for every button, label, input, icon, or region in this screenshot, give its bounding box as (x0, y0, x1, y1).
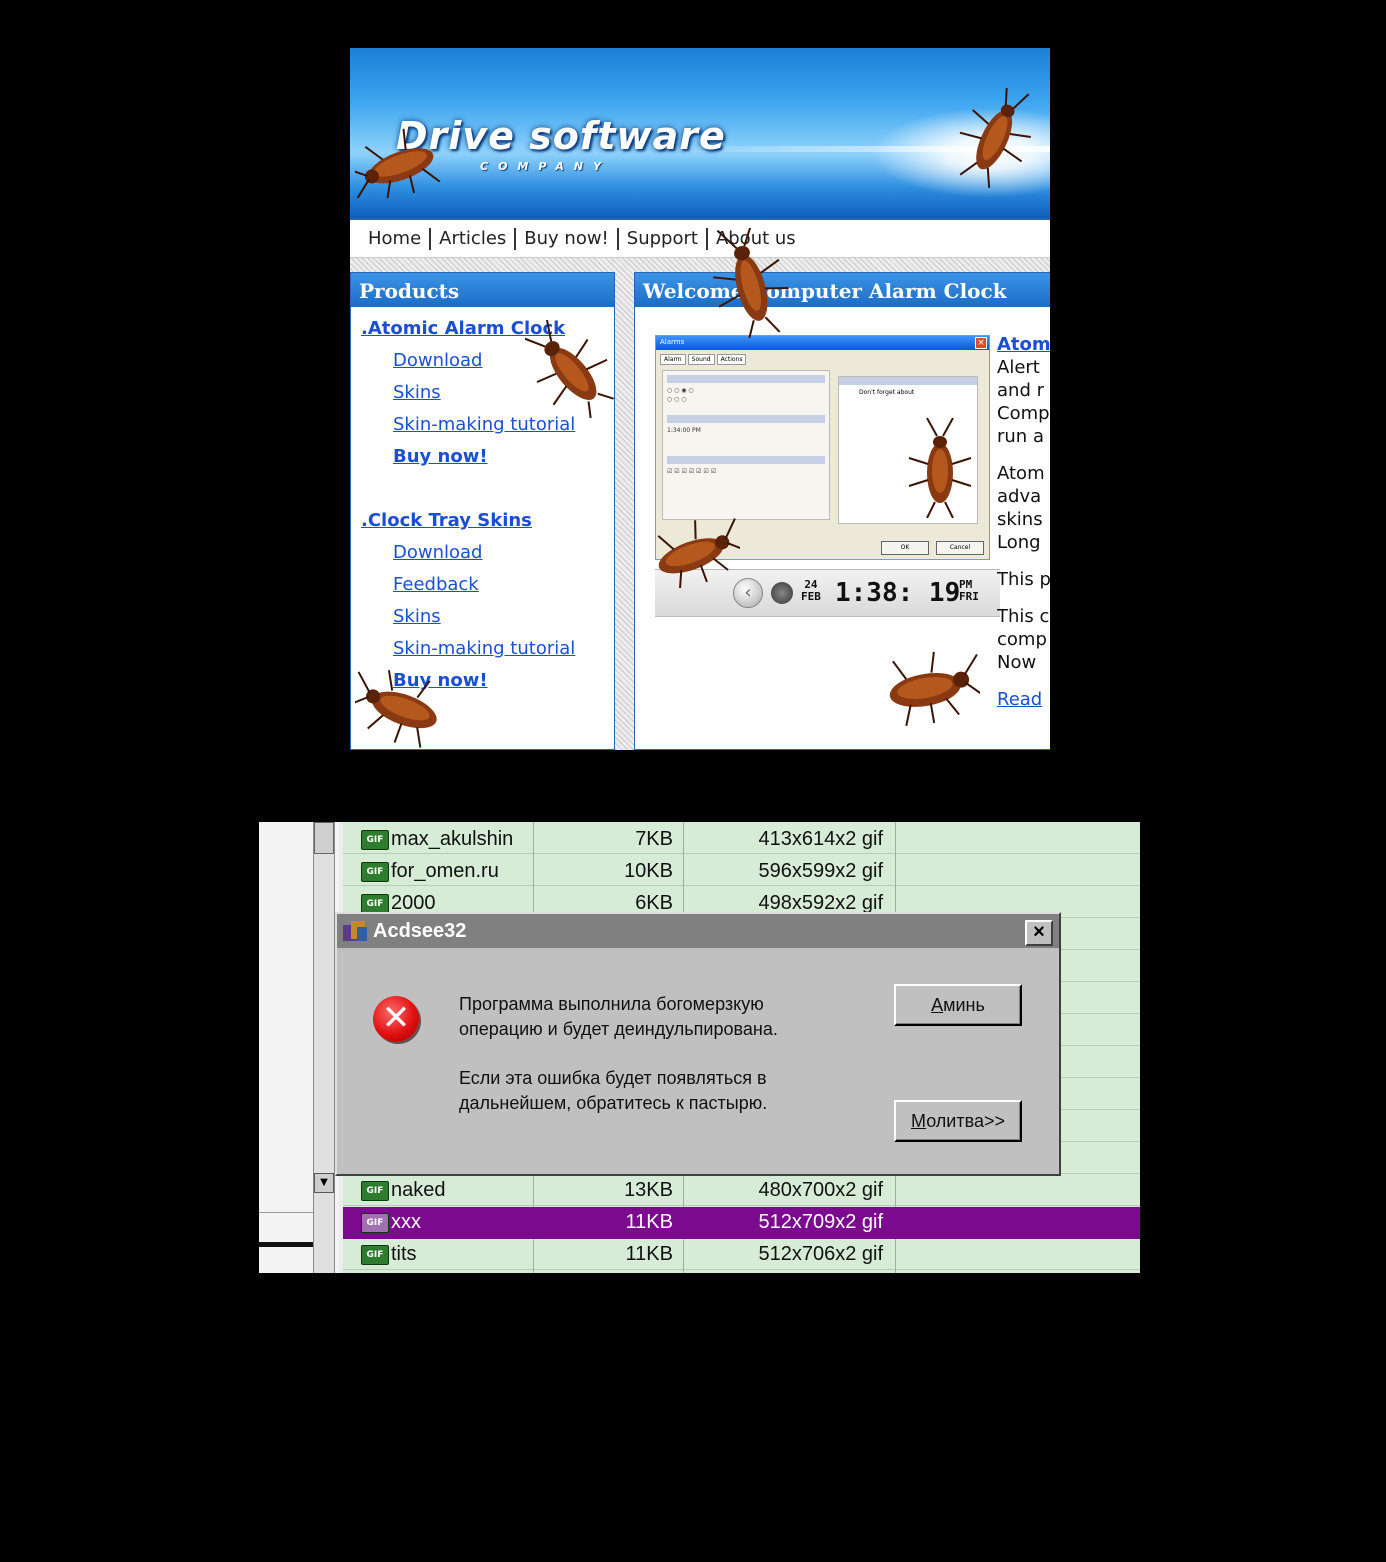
clock-date: 24 FEB (801, 578, 821, 603)
tree-scrollbar[interactable]: ▼ (313, 822, 335, 1273)
file-row[interactable]: GIF naked 13KB 480x700x2 gif (343, 1175, 1140, 1207)
alarm-message-pane: Don't forget about (838, 376, 978, 524)
file-name: max_akulshin (391, 828, 514, 850)
chevron-left-icon: ‹ (733, 578, 763, 608)
file-dimensions: 413x614x2 gif (758, 828, 883, 850)
gif-file-icon: GIF (361, 1213, 389, 1233)
atomic-tutorial-link[interactable]: Skin-making tutorial (393, 414, 575, 435)
file-row[interactable]: GIF for_omen.ru 10KB 596x599x2 gif (343, 856, 1140, 888)
file-size: 7KB (635, 828, 673, 850)
gif-file-icon: GIF (361, 1245, 389, 1265)
alarm-time-value: 1:34:00 PM (667, 427, 701, 434)
tray-download-link[interactable]: Download (393, 542, 482, 563)
tab-sound: Sound (687, 354, 715, 365)
nav-about-us[interactable]: About us (708, 228, 804, 250)
atomic-buy-link[interactable]: Buy now! (393, 446, 488, 467)
product-clock-tray-skins[interactable]: .Clock Tray Skins (361, 510, 532, 531)
error-hint: Если эта ошибка будет появляться в дальн… (459, 1068, 768, 1113)
amen-button[interactable]: Аминь (894, 984, 1022, 1026)
brand-title: Drive software (396, 114, 726, 158)
product-atomic-alarm-clock[interactable]: .Atomic Alarm Clock (361, 318, 565, 339)
alarm-message-text: Don't forget about (859, 389, 915, 396)
gif-file-icon: GIF (361, 894, 389, 914)
file-size: 13KB (624, 1179, 673, 1201)
alarm-dialog-title: Alarms (656, 336, 989, 350)
scrollbar-thumb[interactable] (314, 822, 334, 854)
site-banner: Drive software COMPANY (350, 48, 1050, 218)
file-name: tits (391, 1243, 417, 1265)
intro-read-more-link[interactable]: Read (997, 689, 1042, 710)
tray-feedback-link[interactable]: Feedback (393, 574, 479, 595)
dialog-title: Acdsee32 (373, 919, 467, 942)
alarm-settings-pane: ○ ○ ◉ ○ ○ ○ ○ 1:34:00 PM ☑ ☑ ☑ ☑ ☑ ☑ ☑ (662, 370, 830, 520)
file-dimensions: 480x700x2 gif (758, 1179, 883, 1201)
products-sidebar: Products .Atomic Alarm Clock Download Sk… (350, 272, 615, 750)
site-nav: Home Articles Buy now! Support About us (350, 218, 1050, 258)
tray-tutorial-link[interactable]: Skin-making tutorial (393, 638, 575, 659)
file-name: naked (391, 1179, 446, 1201)
file-dimensions: 596x599x2 gif (758, 860, 883, 882)
website-screenshot: Drive software COMPANY Home Articles Buy… (350, 48, 1050, 750)
clock-time: 1:38: 19 (835, 578, 961, 608)
clock-icon (771, 582, 793, 604)
welcome-heading: Welcome Computer Alarm Clock (635, 273, 1050, 307)
intro-link-atomic[interactable]: Atom (997, 334, 1050, 355)
file-dimensions: 512x709x2 gif (758, 1211, 883, 1233)
tab-actions: Actions (716, 354, 747, 365)
tray-skins-link[interactable]: Skins (393, 606, 441, 627)
products-heading: Products (351, 273, 614, 307)
alarm-ok-button: OK (881, 541, 929, 555)
file-row[interactable]: GIF tits 11KB 512x706x2 gif (343, 1239, 1140, 1271)
error-message: Программа выполнила богомерзкую операцию… (459, 994, 778, 1039)
alarm-tabs: Alarm Sound Actions (656, 350, 989, 365)
banner-flare (870, 108, 1050, 198)
tab-alarm: Alarm (660, 354, 686, 365)
scroll-down-icon[interactable]: ▼ (314, 1173, 334, 1193)
error-dialog: Acdsee32 × ✕ Программа выполнила богомер… (335, 912, 1061, 1176)
file-size: 11KB (625, 1211, 673, 1233)
acdsee-app-icon (343, 919, 369, 943)
alarm-app-screenshot: Alarms × Alarm Sound Actions ○ ○ ◉ ○ ○ ○… (655, 335, 990, 560)
file-size: 10KB (624, 860, 673, 882)
file-name: for_omen.ru (391, 860, 499, 882)
atomic-skins-link[interactable]: Skins (393, 382, 441, 403)
error-x-icon: ✕ (373, 996, 419, 1042)
alarm-cancel-button: Cancel (936, 541, 984, 555)
nav-buy-now[interactable]: Buy now! (516, 227, 619, 250)
clock-tray-skin: ‹ 24 FEB 1:38: 19 PM FRI (655, 569, 1000, 617)
nav-support[interactable]: Support (619, 227, 708, 250)
alarm-close-icon: × (975, 337, 987, 349)
nav-articles[interactable]: Articles (431, 227, 517, 250)
brand-subtitle: COMPANY (480, 160, 612, 173)
file-dimensions: 512x706x2 gif (758, 1243, 883, 1265)
intro-text: Atom Alert and r Comp run a Atom adva sk… (997, 334, 1050, 710)
nav-home[interactable]: Home (360, 227, 432, 250)
gif-file-icon: GIF (361, 1181, 389, 1201)
prayer-button[interactable]: Молитва>> (894, 1100, 1022, 1142)
file-row[interactable]: GIF max_akulshin 7KB 413x614x2 gif (343, 824, 1140, 856)
tray-buy-link[interactable]: Buy now! (393, 670, 488, 691)
welcome-panel: Welcome Computer Alarm Clock Alarms × Al… (634, 272, 1050, 750)
file-row-selected[interactable]: GIF xxx 11KB 512x709x2 gif (343, 1207, 1140, 1239)
dialog-titlebar[interactable]: Acdsee32 (337, 914, 1059, 948)
atomic-download-link[interactable]: Download (393, 350, 482, 371)
file-name: xxx (391, 1211, 421, 1233)
gif-file-icon: GIF (361, 830, 389, 850)
close-icon[interactable]: × (1025, 920, 1053, 946)
file-size: 11KB (625, 1243, 673, 1265)
gif-file-icon: GIF (361, 862, 389, 882)
clock-ampm: PM FRI (959, 578, 979, 603)
